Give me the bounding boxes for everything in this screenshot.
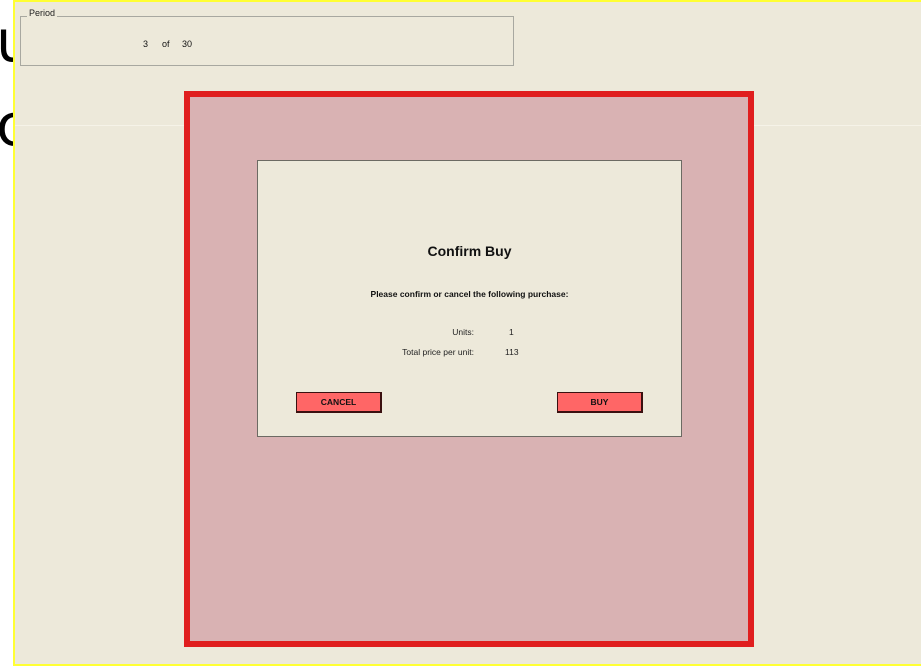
period-separator: of [162,39,170,49]
period-current: 3 [143,39,149,49]
price-value: 113 [505,347,519,357]
units-label: Units: [452,327,474,337]
dialog-title: Confirm Buy [427,243,512,259]
buy-button[interactable]: BUY [557,392,643,413]
confirm-buy-dialog: Confirm Buy Please confirm or cancel the… [257,160,682,437]
period-panel [20,16,514,66]
cancel-button[interactable]: CANCEL [296,392,382,413]
period-legend: Period [27,8,58,18]
dialog-message: Please confirm or cancel the following p… [370,289,569,299]
period-total: 30 [182,39,193,49]
units-value: 1 [509,327,514,337]
price-label: Total price per unit: [402,347,474,357]
screen: u c Period 3 of 30 Confirm Buy Please co… [0,0,921,666]
